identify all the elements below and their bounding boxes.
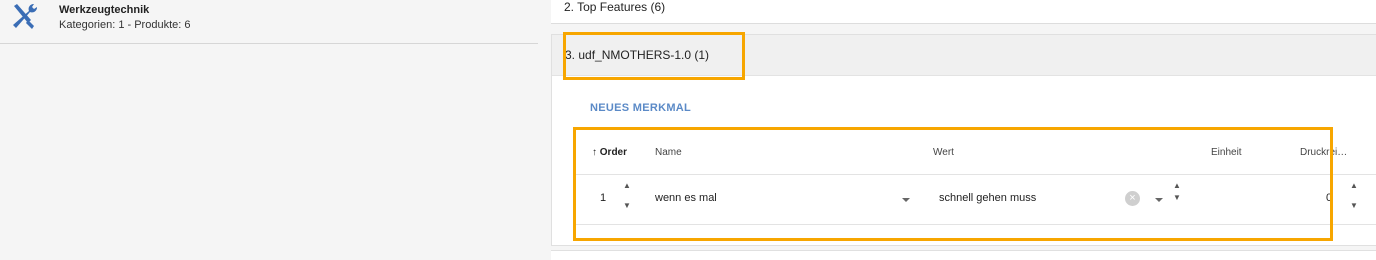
new-feature-button[interactable]: NEUES MERKMAL	[590, 102, 691, 114]
print-up-icon[interactable]: ▲	[1350, 182, 1358, 190]
category-item-werkzeugtechnik[interactable]: Werkzeugtechnik Kategorien: 1 - Produkte…	[0, 0, 538, 44]
group-title: 2. Top Features (6)	[564, 0, 666, 14]
highlight-table	[573, 127, 1333, 241]
category-title: Werkzeugtechnik	[59, 4, 150, 16]
category-list: Werkzeugtechnik Kategorien: 1 - Produkte…	[0, 0, 538, 259]
highlight-group-title	[563, 32, 745, 80]
category-subtitle: Kategorien: 1 - Produkte: 6	[59, 19, 191, 31]
tools-icon	[8, 2, 42, 32]
group-top-features[interactable]: 2. Top Features (6)	[551, 0, 1376, 24]
print-down-icon[interactable]: ▼	[1350, 202, 1358, 210]
